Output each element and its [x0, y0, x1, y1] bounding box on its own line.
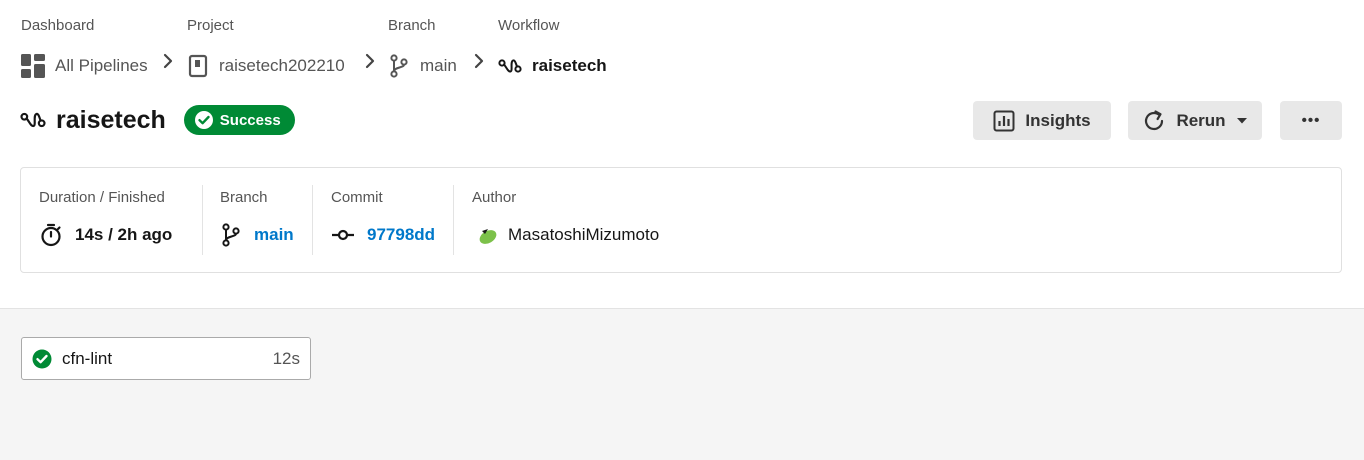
breadcrumb-workflow-text: raisetech: [532, 56, 607, 75]
workflow-graph-area: [0, 309, 1364, 460]
caret-down-icon: [1236, 117, 1248, 125]
workflow-icon: [498, 56, 522, 76]
author-value-row: MasatoshiMizumoto: [472, 223, 659, 247]
git-branch-icon: [388, 54, 410, 78]
breadcrumb-branch-link[interactable]: main: [388, 51, 457, 81]
commit-link[interactable]: 97798dd: [367, 225, 435, 245]
page-title: raisetech: [56, 105, 166, 134]
stopwatch-icon: [39, 223, 63, 247]
breadcrumb-project-link[interactable]: raisetech202210: [187, 51, 345, 81]
duration-value: 14s / 2h ago: [75, 225, 173, 244]
git-branch-icon: [220, 223, 242, 247]
insights-button[interactable]: Insights: [973, 101, 1111, 140]
avatar: [472, 223, 500, 247]
job-duration: 12s: [272, 348, 300, 368]
commit-icon: [331, 228, 355, 242]
breadcrumb-project-text: raisetech202210: [219, 56, 345, 75]
breadcrumb-project-label: Project: [187, 17, 234, 34]
duration-label: Duration / Finished: [39, 189, 165, 206]
breadcrumb-branch-label: Branch: [388, 17, 436, 34]
breadcrumb-workflow-current: raisetech: [498, 51, 607, 81]
job-card[interactable]: cfn-lint 12s: [21, 337, 311, 380]
refresh-icon: [1142, 109, 1166, 133]
status-badge-label: Success: [219, 111, 281, 129]
check-circle-icon: [194, 110, 214, 130]
insights-button-label: Insights: [1025, 110, 1091, 130]
status-badge: Success: [183, 105, 295, 135]
success-check-icon: [32, 349, 52, 369]
branch-link[interactable]: main: [254, 225, 294, 245]
project-book-icon: [187, 54, 209, 78]
rerun-button[interactable]: Rerun: [1128, 101, 1262, 140]
pipeline-header-area: Dashboard All Pipelines Project raisetec…: [0, 0, 1364, 309]
breadcrumb-branch: Branch main: [388, 16, 457, 81]
breadcrumb-dashboard-label: Dashboard: [21, 17, 95, 34]
breadcrumb-dashboard: Dashboard All Pipelines: [21, 16, 148, 81]
rerun-button-label: Rerun: [1176, 110, 1226, 130]
duration-value-row: 14s / 2h ago: [39, 223, 172, 247]
chevron-right-icon: [472, 52, 486, 70]
breadcrumb-workflow-label: Workflow: [498, 17, 560, 34]
workflow-title-row: raisetech Success: [20, 100, 295, 140]
chevron-right-icon: [363, 52, 377, 70]
workflow-icon: [20, 109, 46, 131]
breadcrumb-project: Project raisetech202210: [187, 16, 345, 81]
pipeline-summary-card: Duration / Finished 14s / 2h ago Branch …: [20, 167, 1342, 273]
dashboard-grid-icon: [21, 54, 45, 78]
commit-value-row[interactable]: 97798dd: [331, 223, 435, 247]
breadcrumb-branch-text: main: [420, 56, 457, 75]
branch-label: Branch: [220, 189, 268, 206]
column-divider: [453, 185, 454, 255]
branch-value-row[interactable]: main: [220, 223, 294, 247]
breadcrumb-all-pipelines-link[interactable]: All Pipelines: [21, 51, 148, 81]
column-divider: [312, 185, 313, 255]
chevron-right-icon: [161, 52, 175, 70]
insights-chart-icon: [993, 110, 1015, 132]
more-options-icon: •••: [1301, 112, 1321, 129]
commit-label: Commit: [331, 189, 383, 206]
more-options-button[interactable]: •••: [1280, 101, 1342, 140]
author-name: MasatoshiMizumoto: [508, 225, 660, 244]
breadcrumb-workflow: Workflow raisetech: [498, 16, 607, 81]
breadcrumb-all-pipelines-text: All Pipelines: [55, 56, 148, 75]
author-label: Author: [472, 189, 517, 206]
job-name: cfn-lint: [62, 348, 113, 368]
column-divider: [202, 185, 203, 255]
